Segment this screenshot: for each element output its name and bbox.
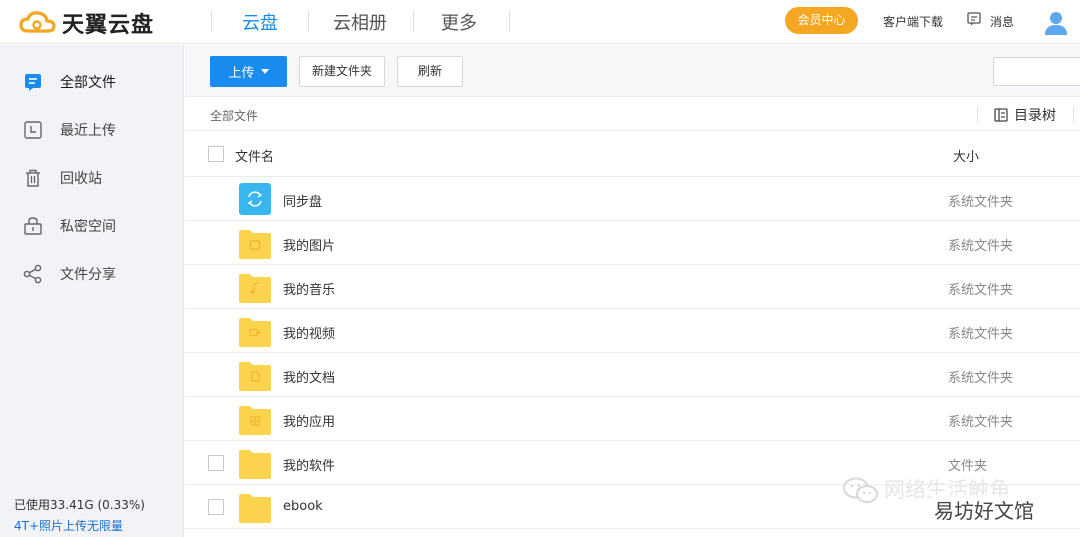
sidebar-item-all-files[interactable]: 全部文件 (0, 62, 184, 102)
table-row[interactable]: 我的图片 系统文件夹 (185, 221, 1080, 265)
header-divider (211, 10, 212, 32)
top-header: 天翼云盘 云盘 云相册 更多 会员中心 客户端下载 消息 (0, 0, 1080, 44)
message-icon[interactable] (967, 12, 981, 26)
file-name[interactable]: ebook (283, 499, 323, 514)
table-row[interactable]: 我的软件 文件夹 (185, 441, 1080, 485)
lock-icon (24, 217, 42, 235)
caret-down-icon (260, 69, 269, 74)
breadcrumb-bar: 全部文件 目录树 (185, 97, 1080, 131)
table-row[interactable]: 我的视频 系统文件夹 (185, 309, 1080, 353)
file-name[interactable]: 我的图片 (283, 235, 335, 254)
table-row[interactable]: 我的应用 系统文件夹 (185, 397, 1080, 441)
column-header-name[interactable]: 文件名 (235, 146, 274, 165)
file-type: 系统文件夹 (948, 239, 1014, 254)
header-divider (509, 10, 510, 32)
tab-more[interactable]: 更多 (441, 9, 477, 35)
column-header-size[interactable]: 大小 (953, 146, 979, 165)
logo-text: 天翼云盘 (62, 13, 155, 38)
divider (977, 106, 978, 122)
table-row[interactable]: 同步盘 系统文件夹 (185, 177, 1080, 221)
folder-icon (239, 494, 271, 523)
avatar[interactable] (1043, 9, 1069, 35)
file-type: 系统文件夹 (948, 195, 1014, 210)
sidebar-item-label: 最近上传 (60, 123, 116, 139)
video-folder-icon (239, 318, 271, 347)
sidebar-item-private-space[interactable]: 私密空间 (0, 206, 184, 246)
refresh-button[interactable]: 刷新 (397, 56, 463, 87)
file-name[interactable]: 同步盘 (283, 191, 322, 210)
file-type: 系统文件夹 (948, 371, 1014, 386)
file-type: 系统文件夹 (948, 283, 1014, 298)
file-type: 文件夹 (948, 459, 988, 474)
upload-label: 上传 (228, 66, 255, 81)
sidebar-item-recycle-bin[interactable]: 回收站 (0, 158, 184, 198)
client-download-link[interactable]: 客户端下载 (883, 13, 943, 30)
trash-icon (26, 169, 40, 187)
sidebar-item-label: 全部文件 (60, 75, 116, 91)
logo[interactable]: 天翼云盘 (18, 7, 154, 39)
vip-center-button[interactable]: 会员中心 (785, 7, 858, 34)
select-all-checkbox[interactable] (208, 146, 224, 162)
sidebar-item-recent-uploads[interactable]: 最近上传 (0, 110, 184, 150)
directory-tree-button[interactable]: 目录树 (994, 105, 1056, 125)
sidebar-item-file-share[interactable]: 文件分享 (0, 254, 184, 294)
divider (1073, 106, 1074, 122)
header-divider (413, 10, 414, 32)
file-name[interactable]: 我的文档 (283, 367, 335, 386)
search-input[interactable] (993, 57, 1080, 86)
file-type: 系统文件夹 (948, 415, 1014, 430)
directory-tree-label: 目录树 (1014, 108, 1056, 124)
document-folder-icon (239, 362, 271, 391)
sidebar-item-label: 私密空间 (60, 219, 116, 235)
promo-link[interactable]: 4T+照片上传无限量 (14, 517, 123, 534)
table-row[interactable]: ebook (185, 485, 1080, 529)
toolbar: 上传 新建文件夹 刷新 (185, 45, 1080, 97)
file-list-icon (25, 74, 41, 91)
sync-folder-icon (239, 183, 271, 215)
table-row[interactable]: 我的文档 系统文件夹 (185, 353, 1080, 397)
file-type: 系统文件夹 (948, 327, 1014, 342)
cloud-logo-icon (19, 11, 56, 33)
header-divider (308, 10, 309, 32)
music-folder-icon (239, 274, 271, 303)
breadcrumb[interactable]: 全部文件 (210, 107, 258, 124)
row-checkbox[interactable] (208, 455, 224, 471)
share-icon (23, 264, 42, 284)
app-folder-icon (239, 406, 271, 435)
clock-icon (24, 121, 42, 139)
directory-tree-icon (994, 108, 1008, 122)
file-name[interactable]: 我的软件 (283, 455, 335, 474)
tab-cloud-album[interactable]: 云相册 (333, 9, 387, 35)
image-folder-icon (239, 230, 271, 259)
storage-usage: 已使用33.41G (0.33%) (14, 498, 145, 512)
file-name[interactable]: 我的应用 (283, 411, 335, 430)
row-checkbox[interactable] (208, 499, 224, 515)
upload-button[interactable]: 上传 (210, 56, 287, 87)
folder-icon (239, 450, 271, 479)
sidebar-item-label: 回收站 (60, 171, 102, 187)
file-name[interactable]: 我的视频 (283, 323, 335, 342)
app-window: 天翼云盘 云盘 云相册 更多 会员中心 客户端下载 消息 全部文件 最近上传 回… (0, 0, 1080, 537)
table-row[interactable]: 我的音乐 系统文件夹 (185, 265, 1080, 309)
sidebar-item-label: 文件分享 (60, 267, 116, 283)
tab-cloud-disk[interactable]: 云盘 (242, 9, 278, 35)
file-name[interactable]: 我的音乐 (283, 279, 335, 298)
table-header: 文件名 大小 (185, 131, 1080, 177)
messages-link[interactable]: 消息 (990, 13, 1014, 30)
sidebar: 全部文件 最近上传 回收站 私密空间 文件分享 已使用33.41G (0.33%… (0, 45, 184, 537)
new-folder-button[interactable]: 新建文件夹 (299, 56, 385, 87)
